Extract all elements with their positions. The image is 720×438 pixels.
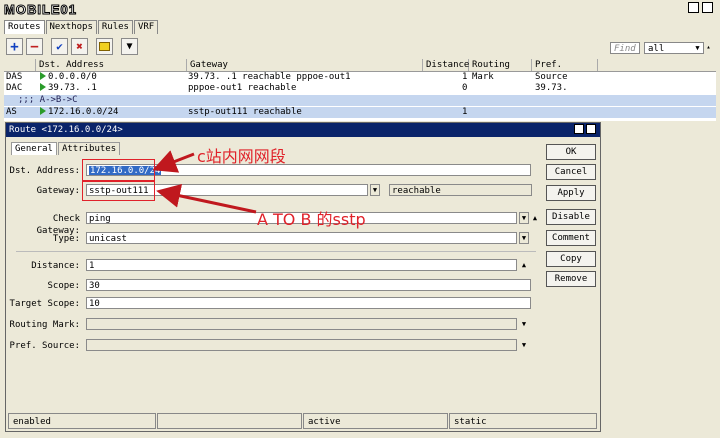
- find-input[interactable]: Find: [610, 42, 640, 54]
- col-routing-mark[interactable]: Routing Mark: [469, 59, 532, 82]
- restore-icon[interactable]: [688, 2, 699, 13]
- tab-attributes[interactable]: Attributes: [57, 142, 121, 155]
- col-dst-address[interactable]: Dst. Address: [36, 59, 187, 71]
- main-tabs: Routes Nexthops Rules VRF: [4, 20, 159, 34]
- annotation-note-2: A TO B 的sstp: [257, 210, 366, 229]
- target-scope-label: Target Scope:: [9, 299, 80, 309]
- watermark-logo: MOBILE01: [0, 0, 160, 18]
- target-scope-field[interactable]: 10: [86, 297, 531, 309]
- col-pref-source[interactable]: Pref. Source: [532, 59, 598, 82]
- disable-button[interactable]: Disable: [546, 209, 596, 225]
- tab-rules[interactable]: Rules: [97, 20, 133, 34]
- gateway-state: reachable: [389, 184, 532, 196]
- add-icon[interactable]: +: [6, 38, 23, 55]
- remove-icon[interactable]: −: [26, 38, 43, 55]
- annotation-box-gateway: [82, 181, 155, 201]
- row-dst: 172.16.0.0/24: [48, 107, 119, 117]
- copy-button[interactable]: Copy: [546, 251, 596, 267]
- row-distance: 0: [462, 83, 468, 93]
- pref-source-select[interactable]: [86, 339, 517, 351]
- chevron-down-icon[interactable]: ▼: [519, 318, 529, 330]
- remove-button[interactable]: Remove: [546, 271, 596, 287]
- tab-routes[interactable]: Routes: [4, 20, 45, 34]
- tab-nexthops[interactable]: Nexthops: [45, 20, 97, 34]
- row-dst: 39.73. .1: [48, 83, 97, 93]
- status-static: static: [449, 413, 597, 429]
- chevron-down-icon[interactable]: ▼: [519, 232, 529, 244]
- routing-mark-label: Routing Mark:: [9, 320, 80, 330]
- table-header: Dst. Address Gateway Distance Routing Ma…: [4, 59, 716, 82]
- collapse-icon[interactable]: ▲: [519, 259, 529, 271]
- type-label: Type:: [52, 234, 80, 244]
- scope-field[interactable]: 30: [86, 279, 531, 291]
- pref-source-label: Pref. Source:: [9, 341, 80, 351]
- table-row[interactable]: DAS 0.0.0.0/0 39.73. .1 reachable pppoe-…: [4, 72, 716, 83]
- watermark-text: MOBILE01: [3, 2, 78, 18]
- row-distance: 1: [462, 72, 468, 82]
- disable-icon[interactable]: ✖: [71, 38, 88, 55]
- apply-button[interactable]: Apply: [546, 185, 596, 201]
- chevron-down-icon[interactable]: ▼: [693, 42, 702, 54]
- row-flags: DAS: [6, 72, 23, 82]
- row-gateway: pppoe-out1 reachable: [188, 83, 297, 93]
- row-flags: AS: [6, 107, 17, 117]
- table-row[interactable]: DAC 39.73. .1 pppoe-out1 reachable 0 39.…: [4, 83, 716, 94]
- annotation-arrow-1: [152, 150, 195, 173]
- col-flags[interactable]: [4, 59, 36, 71]
- distance-label: Distance:: [31, 261, 80, 271]
- chevron-down-icon[interactable]: ▼: [519, 339, 529, 351]
- dialog-tabs: General Attributes: [11, 142, 121, 155]
- dst-address-label: Dst. Address:: [9, 166, 80, 176]
- table-comment-row[interactable]: ;;; A->B->C: [4, 95, 716, 106]
- status-active: active: [303, 413, 448, 429]
- active-route-icon: [40, 72, 46, 80]
- gateway-label: Gateway:: [36, 186, 80, 196]
- annotation-box-dst: [82, 159, 155, 181]
- cancel-button[interactable]: Cancel: [546, 164, 596, 180]
- col-distance[interactable]: Distance: [423, 59, 469, 71]
- annotation-note-1: c站内网网段: [197, 147, 286, 166]
- table-row-selected[interactable]: AS 172.16.0.0/24 sstp-out111 reachable 1: [4, 107, 716, 118]
- active-route-icon: [40, 107, 46, 115]
- row-flags: DAC: [6, 83, 23, 93]
- status-empty: [157, 413, 302, 429]
- close-icon[interactable]: [586, 124, 596, 134]
- route-table: Dst. Address Gateway Distance Routing Ma…: [4, 59, 716, 121]
- row-pref-source: 39.73.: [535, 83, 568, 93]
- collapse-icon[interactable]: ▲: [530, 212, 540, 224]
- row-distance: 1: [462, 107, 468, 117]
- check-gateway-label: Check Gateway:: [36, 214, 80, 236]
- routing-mark-select[interactable]: [86, 318, 517, 330]
- comment-icon[interactable]: [96, 38, 113, 55]
- row-gateway: 39.73. .1 reachable pppoe-out1: [188, 72, 351, 82]
- tab-general[interactable]: General: [11, 142, 57, 155]
- status-enabled: enabled: [8, 413, 156, 429]
- row-gateway: sstp-out111 reachable: [188, 107, 302, 117]
- row-comment: ;;; A->B->C: [18, 95, 78, 105]
- expand-icon[interactable]: ▴: [704, 41, 713, 53]
- restore-icon[interactable]: [574, 124, 584, 134]
- annotation-arrow-2: [156, 184, 257, 214]
- divider: [16, 251, 536, 252]
- close-icon[interactable]: [702, 2, 713, 13]
- ok-button[interactable]: OK: [546, 144, 596, 160]
- active-route-icon: [40, 83, 46, 91]
- dialog-title[interactable]: Route <172.16.0.0/24>: [6, 123, 600, 137]
- enable-icon[interactable]: ✔: [51, 38, 68, 55]
- row-dst: 0.0.0.0/0: [48, 72, 97, 82]
- scope-label: Scope:: [47, 281, 80, 291]
- tab-vrf[interactable]: VRF: [133, 20, 159, 34]
- col-gateway[interactable]: Gateway: [187, 59, 423, 71]
- distance-field[interactable]: 1: [86, 259, 517, 271]
- filter-icon[interactable]: ▼: [121, 38, 138, 55]
- type-select[interactable]: unicast: [86, 232, 517, 244]
- chevron-down-icon[interactable]: ▼: [519, 212, 529, 224]
- comment-button[interactable]: Comment: [546, 230, 596, 246]
